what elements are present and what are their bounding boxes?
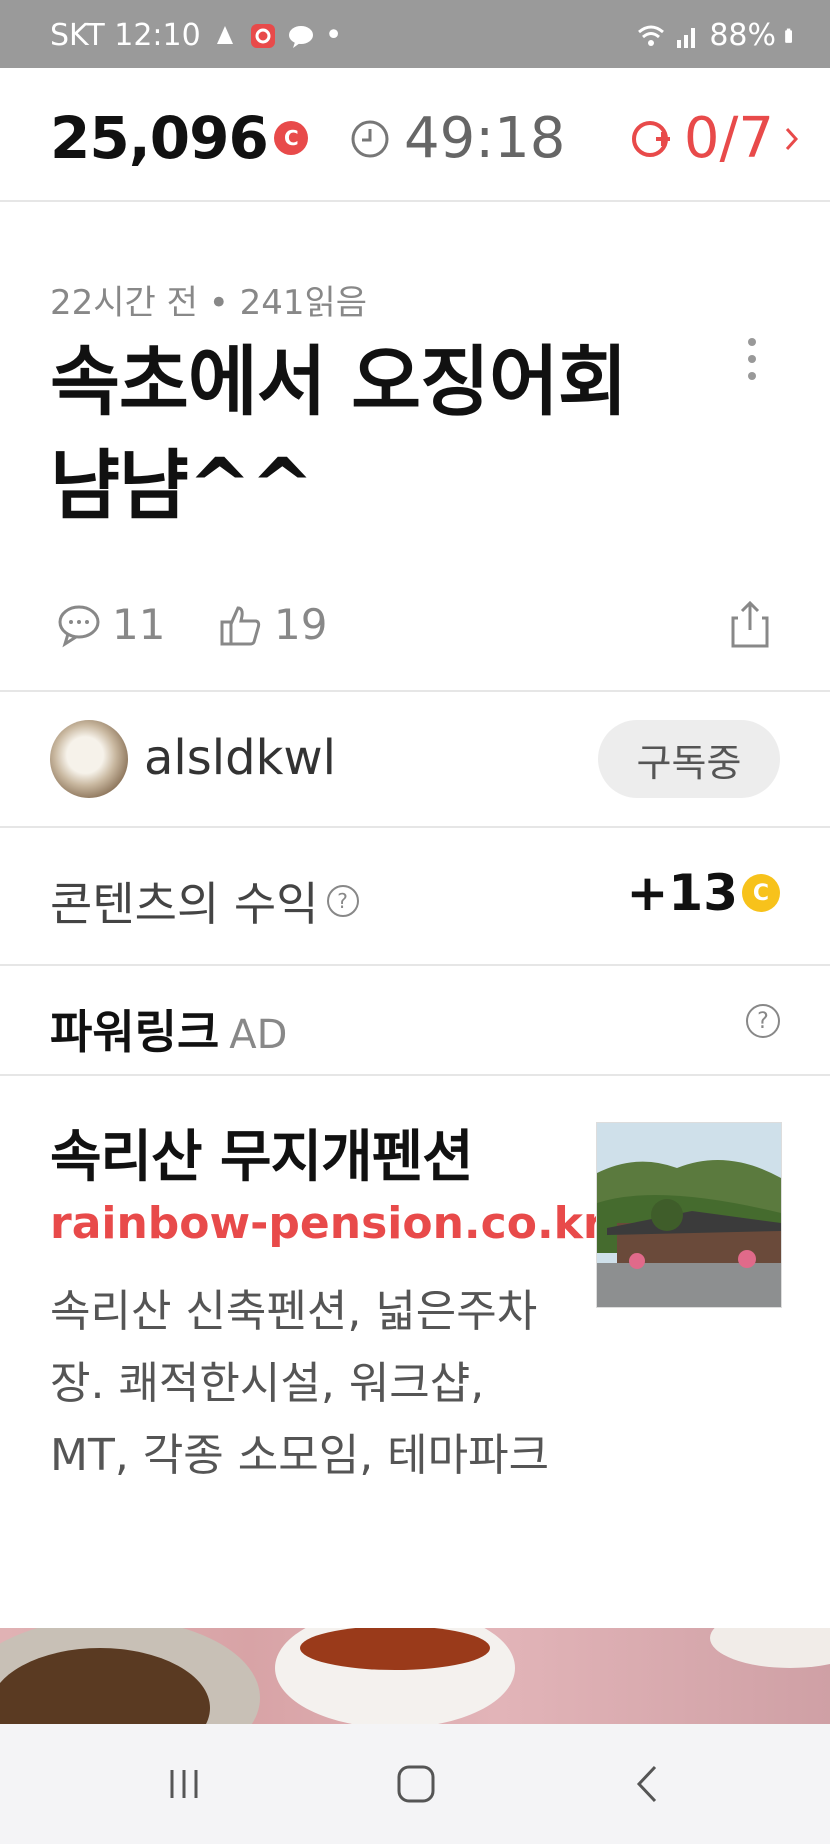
help-icon[interactable]: ?: [746, 1004, 780, 1038]
signal-icon: [677, 27, 696, 48]
like-count: 19: [274, 600, 328, 649]
chevron-right-icon: [785, 127, 799, 150]
battery-text: 88%: [709, 18, 776, 53]
recent-apps-button[interactable]: [154, 1754, 214, 1814]
share-icon: [731, 600, 769, 648]
notification-icon: [216, 25, 233, 44]
post-title: 속초에서 오징어회 냠냠^^: [50, 337, 628, 530]
status-bar: SKT 12:10 • 88%: [0, 0, 830, 68]
powerlink-title: 파워링크: [50, 1005, 220, 1059]
author-row: alsldkwl 구독중: [0, 694, 830, 826]
back-icon: [636, 1765, 657, 1803]
divider: [0, 690, 830, 692]
share-button[interactable]: [730, 600, 770, 648]
home-icon: [397, 1765, 435, 1803]
timer-value: 49:18: [404, 106, 566, 171]
home-button[interactable]: [386, 1754, 446, 1814]
points-value: 25,096: [50, 104, 269, 172]
clock-icon: [351, 120, 389, 157]
comment-icon: [58, 605, 100, 647]
revenue-label: 콘텐츠의 수익: [50, 877, 319, 931]
post-meta: 22시간 전 • 241읽음: [50, 283, 368, 323]
more-options-icon[interactable]: [742, 338, 762, 388]
points-display[interactable]: 25,096 C: [50, 104, 308, 172]
carrier-time: SKT 12:10: [50, 18, 201, 53]
q-app-icon: [250, 23, 275, 48]
ad-card[interactable]: 속리산 무지개펜션 rainbow-pension.co.kr 속리산 신축펜션…: [0, 1076, 830, 1626]
points-bar: 25,096 C 49:18 0/7: [0, 68, 830, 202]
mission-button[interactable]: 0/7: [630, 106, 800, 171]
ad-url[interactable]: rainbow-pension.co.kr: [50, 1198, 605, 1249]
food-photo: [0, 1628, 830, 1724]
ad-title[interactable]: 속리산 무지개펜션: [50, 1112, 474, 1193]
comment-count: 11: [112, 600, 166, 649]
coin-plus-icon: [631, 120, 670, 157]
system-nav-bar: [0, 1724, 830, 1844]
coin-icon: C: [742, 874, 780, 912]
comment-button[interactable]: 11: [56, 600, 165, 649]
avatar[interactable]: [50, 720, 128, 798]
post-actions: 11 19: [50, 600, 780, 660]
post-photo: [0, 1628, 830, 1724]
wifi-icon: [638, 25, 665, 46]
pension-photo: [597, 1123, 781, 1307]
content-revenue: 콘텐츠의 수익 ? +13 C: [0, 828, 830, 964]
back-button[interactable]: [618, 1754, 678, 1814]
ad-thumbnail[interactable]: [596, 1122, 782, 1308]
subscribe-button[interactable]: 구독중: [598, 720, 780, 798]
revenue-value: +13: [626, 864, 738, 922]
dot-indicator: •: [324, 18, 343, 53]
ad-label: AD: [229, 1012, 288, 1058]
author-name[interactable]: alsldkwl: [144, 730, 336, 786]
recent-apps-icon: [170, 1770, 198, 1798]
timer: 49:18: [350, 106, 565, 171]
help-icon[interactable]: ?: [326, 885, 359, 917]
powerlink-header: 파워링크 AD ?: [0, 966, 830, 1074]
battery-icon: [785, 28, 792, 43]
chat-bubble-icon: [288, 25, 313, 48]
like-button[interactable]: 19: [218, 600, 327, 649]
mission-value: 0/7: [683, 106, 774, 171]
ad-description: 속리산 신축펜션, 넓은주차장. 쾌적한시설, 워크샵, MT, 각종 소모임,…: [50, 1286, 550, 1481]
thumbs-up-icon: [220, 605, 261, 645]
coin-icon: C: [273, 121, 308, 155]
